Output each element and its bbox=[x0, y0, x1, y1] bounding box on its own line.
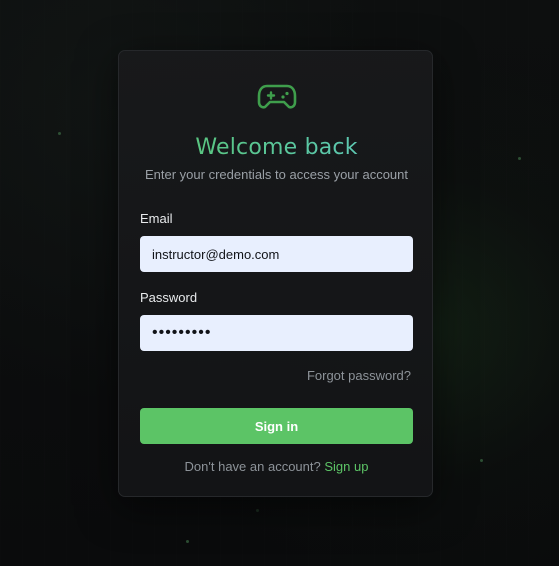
password-label: Password bbox=[140, 290, 198, 305]
email-label: Email bbox=[140, 211, 173, 226]
background-dot bbox=[256, 509, 259, 512]
sign-up-link[interactable]: Sign up bbox=[324, 459, 368, 474]
background-dot bbox=[518, 157, 521, 160]
sign-in-button[interactable]: Sign in bbox=[140, 408, 413, 444]
password-field[interactable] bbox=[140, 315, 413, 351]
gamepad-icon bbox=[257, 84, 297, 109]
background-dot bbox=[480, 459, 483, 462]
login-card: Welcome back Enter your credentials to a… bbox=[118, 50, 433, 497]
signup-row: Don't have an account? Sign up bbox=[119, 459, 434, 475]
background-dot bbox=[58, 132, 61, 135]
page-subtitle: Enter your credentials to access your ac… bbox=[144, 167, 409, 182]
signup-prompt: Don't have an account? bbox=[184, 459, 321, 474]
email-field[interactable] bbox=[140, 236, 413, 272]
page-title: Welcome back bbox=[119, 134, 434, 162]
forgot-password-link[interactable]: Forgot password? bbox=[307, 368, 411, 384]
background-dot bbox=[186, 540, 189, 543]
